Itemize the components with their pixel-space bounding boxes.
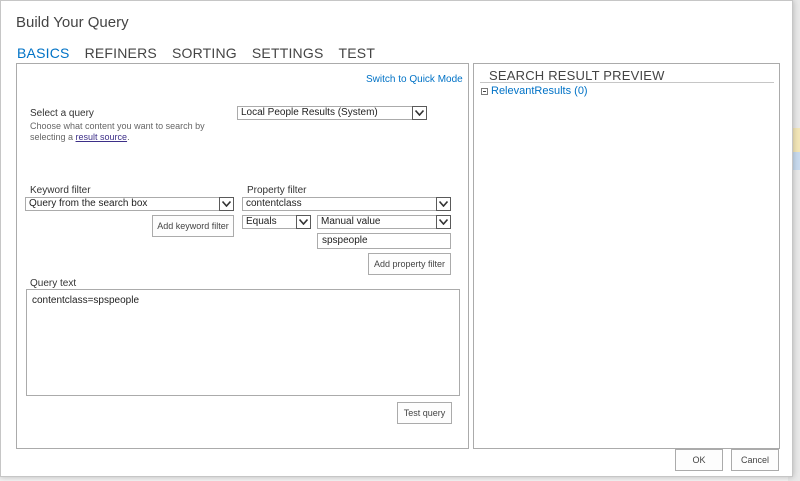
cancel-button[interactable]: Cancel <box>731 449 779 471</box>
switch-to-quick-mode-link[interactable]: Switch to Quick Mode <box>366 74 463 85</box>
keyword-filter-label: Keyword filter <box>30 185 91 196</box>
search-result-preview-panel: SEARCH RESULT PREVIEW RelevantResults (0… <box>473 63 780 449</box>
query-text-label: Query text <box>30 278 77 289</box>
add-keyword-filter-button[interactable]: Add keyword filter <box>152 215 234 237</box>
chevron-down-icon[interactable] <box>412 106 427 120</box>
tab-settings[interactable]: SETTINGS <box>252 45 324 61</box>
result-source-link[interactable]: result source <box>76 132 128 142</box>
add-property-filter-button[interactable]: Add property filter <box>368 253 451 275</box>
ok-button[interactable]: OK <box>675 449 723 471</box>
keyword-filter-select[interactable]: Query from the search box <box>25 197 234 211</box>
preview-title: SEARCH RESULT PREVIEW <box>489 68 665 83</box>
chevron-down-icon[interactable] <box>436 215 451 229</box>
dialog-title: Build Your Query <box>16 14 129 31</box>
property-value-input[interactable]: spspeople <box>317 233 451 249</box>
chevron-down-icon[interactable] <box>296 215 311 229</box>
tab-refiners[interactable]: REFINERS <box>85 45 157 61</box>
build-query-dialog: Build Your Query BASICS REFINERS SORTING… <box>0 0 793 477</box>
value-type-select[interactable]: Manual value <box>317 215 451 229</box>
query-source-select[interactable]: Local People Results (System) <box>237 106 427 120</box>
test-query-button[interactable]: Test query <box>397 402 452 424</box>
select-query-label: Select a query <box>30 108 94 119</box>
chevron-down-icon[interactable] <box>436 197 451 211</box>
query-builder-panel: Switch to Quick Mode Select a query Choo… <box>16 63 469 449</box>
operator-select[interactable]: Equals <box>242 215 311 229</box>
relevant-results-node[interactable]: RelevantResults (0) <box>481 85 588 97</box>
tab-sorting[interactable]: SORTING <box>172 45 237 61</box>
tab-test[interactable]: TEST <box>339 45 376 61</box>
query-text-area[interactable]: contentclass=spspeople <box>26 289 460 396</box>
chevron-down-icon[interactable] <box>219 197 234 211</box>
property-select[interactable]: contentclass <box>242 197 451 211</box>
tab-basics[interactable]: BASICS <box>17 45 70 61</box>
property-filter-label: Property filter <box>247 185 307 196</box>
preview-divider <box>480 82 774 83</box>
select-query-description: Choose what content you want to search b… <box>30 121 205 142</box>
tab-bar: BASICS REFINERS SORTING SETTINGS TEST <box>17 45 390 61</box>
relevant-results-label[interactable]: RelevantResults (0) <box>491 85 588 97</box>
collapse-icon[interactable] <box>481 87 488 95</box>
